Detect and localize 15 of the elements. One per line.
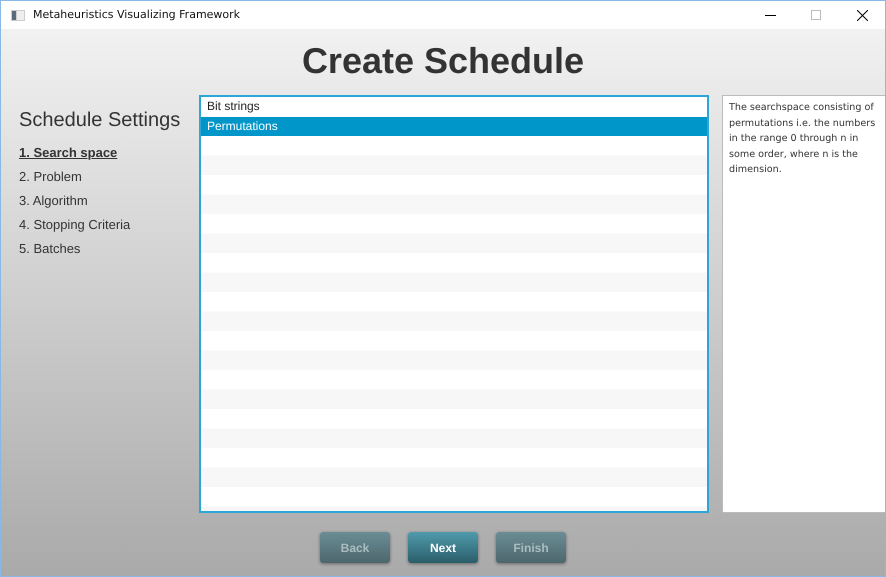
sidebar-title: Schedule Settings (19, 108, 182, 133)
app-icon (11, 10, 25, 20)
step-link[interactable]: 4. Stopping Criteria (19, 213, 199, 237)
step-link[interactable]: 2. Problem (19, 165, 199, 189)
close-icon (856, 10, 868, 20)
nav-button[interactable]: Next (408, 532, 478, 563)
window-title: Metaheuristics Visualizing Framework (33, 6, 242, 23)
step-link[interactable]: 5. Batches (19, 237, 199, 261)
maximize-icon (811, 10, 821, 20)
step-link[interactable]: 1. Search space (19, 141, 199, 165)
page-heading: Create Schedule (300, 41, 586, 81)
minimize-icon (764, 14, 776, 16)
step-link[interactable]: 3. Algorithm (19, 189, 199, 213)
list-item[interactable]: Bit strings (201, 97, 707, 116)
description-text: The searchspace consisting of permutations i.e. the numbers in the range 0 through n in some order, where n is the dimension. (722, 95, 885, 513)
